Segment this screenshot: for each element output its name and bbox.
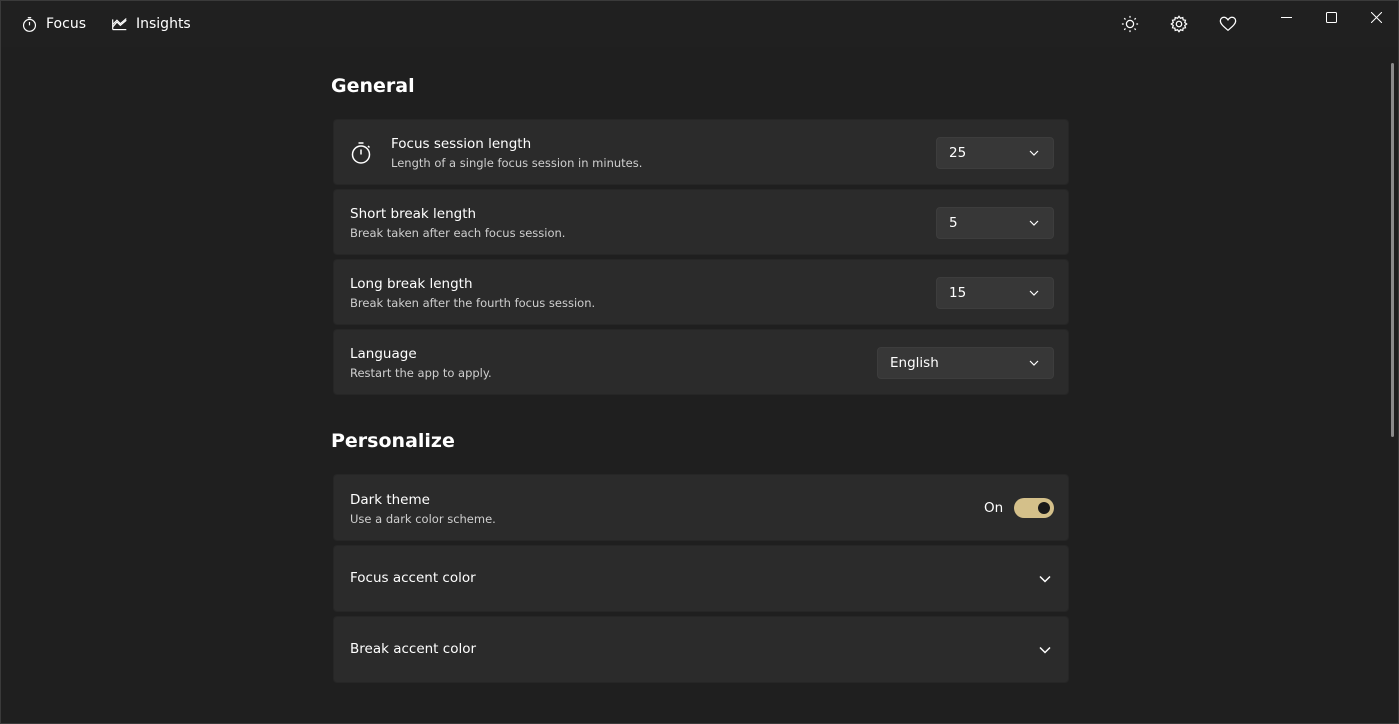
minimize-icon [1280,16,1292,18]
dropdown-value: 15 [949,285,967,301]
dropdown-value: 5 [949,215,958,231]
vertical-scrollbar[interactable] [1391,63,1394,437]
setting-title: Dark theme [350,492,430,508]
chevron-down-icon [1029,290,1039,296]
nav-tab-insights[interactable]: Insights [111,1,191,47]
settings-button[interactable] [1168,13,1190,35]
setting-focus-accent[interactable]: Focus accent color [333,545,1069,612]
setting-long-break: Long break length Break taken after the … [333,259,1069,325]
sun-icon [1121,15,1139,33]
chevron-down-icon[interactable] [1038,643,1052,657]
chevron-down-icon [1029,220,1039,226]
dropdown-value: English [890,355,939,371]
toggle-knob [1038,502,1050,514]
timer-icon [351,142,371,164]
title-bar: Focus Insights [1,1,1398,47]
setting-title: Long break length [350,276,473,292]
theme-toggle-button[interactable] [1119,13,1141,35]
maximize-button[interactable] [1308,1,1354,33]
setting-description: Break taken after each focus session. [350,226,566,240]
nav-tab-focus-label: Focus [46,16,86,32]
setting-title: Break accent color [350,641,477,657]
section-title-general: General [331,75,415,97]
dropdown-value: 25 [949,145,967,161]
setting-dark-theme: Dark theme Use a dark color scheme. On [333,474,1069,541]
setting-break-accent[interactable]: Break accent color [333,616,1069,683]
setting-title: Focus accent color [350,570,476,586]
setting-language: Language Restart the app to apply. Engli… [333,329,1069,395]
nav-tab-focus[interactable]: Focus [21,1,86,47]
close-button[interactable] [1353,1,1398,33]
minimize-button[interactable] [1263,1,1309,33]
setting-title: Focus session length [391,136,532,152]
long-break-dropdown[interactable]: 15 [936,277,1054,309]
setting-title: Language [350,346,417,362]
maximize-icon [1325,11,1337,23]
setting-title: Short break length [350,206,477,222]
chevron-down-icon [1029,360,1039,366]
toggle-state-label: On [984,500,1004,516]
chart-icon [112,17,127,30]
focus-length-dropdown[interactable]: 25 [936,137,1054,169]
setting-description: Length of a single focus session in minu… [391,156,643,170]
close-icon [1370,11,1382,23]
setting-focus-length: Focus session length Length of a single … [333,119,1069,185]
chevron-down-icon [1029,150,1039,156]
setting-description: Break taken after the fourth focus sessi… [350,296,596,310]
heart-icon [1219,16,1237,32]
app-window: Focus Insights General Focus session len… [0,0,1399,724]
setting-description: Use a dark color scheme. [350,512,496,526]
gear-icon [1170,15,1188,33]
short-break-dropdown[interactable]: 5 [936,207,1054,239]
support-button[interactable] [1217,13,1239,35]
language-dropdown[interactable]: English [877,347,1054,379]
setting-description: Restart the app to apply. [350,366,492,380]
dark-theme-toggle[interactable] [1014,498,1054,518]
section-title-personalize: Personalize [331,430,455,452]
timer-icon [22,16,37,32]
setting-short-break: Short break length Break taken after eac… [333,189,1069,255]
nav-tab-insights-label: Insights [136,16,191,32]
chevron-down-icon[interactable] [1038,572,1052,586]
